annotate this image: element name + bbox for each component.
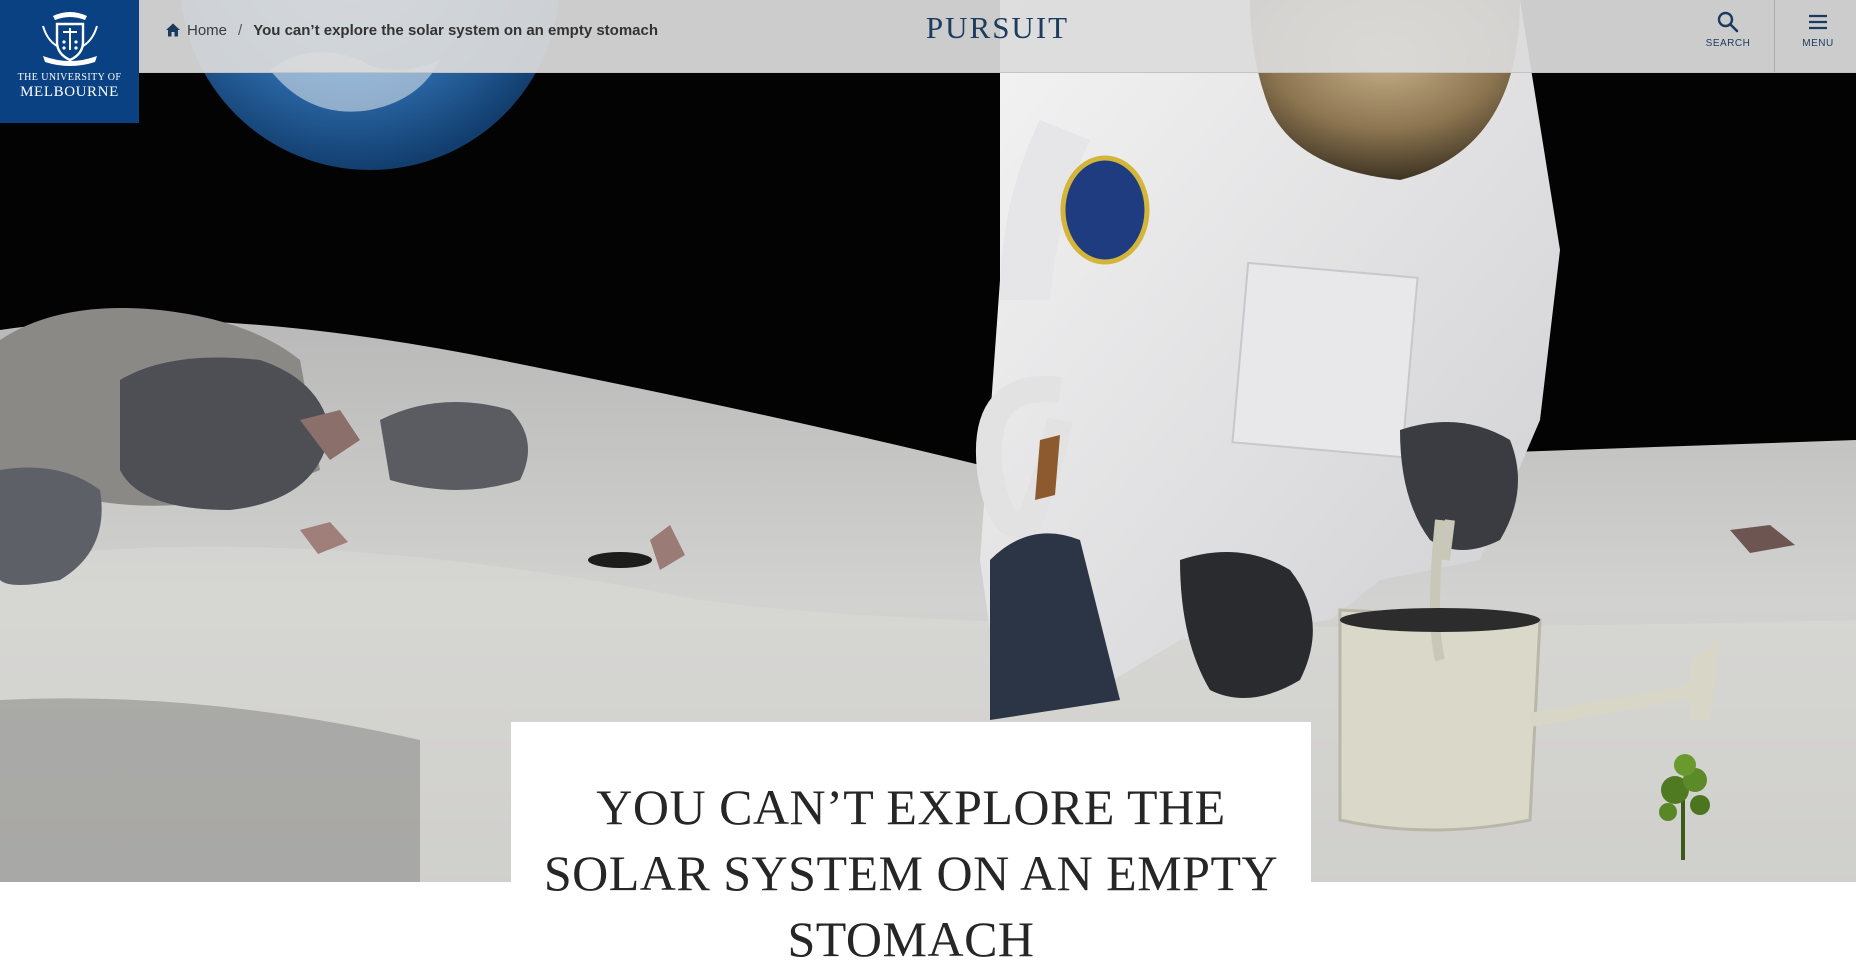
breadcrumb-current-page: You can’t explore the solar system on an… — [253, 21, 659, 39]
menu-label: MENU — [1802, 38, 1834, 49]
article-title-line: STOMACH — [787, 911, 1035, 967]
article-title-card: YOU CAN’T EXPLORE THE SOLAR SYSTEM ON AN… — [511, 722, 1311, 967]
university-logo[interactable]: THE UNIVERSITY OF MELBOURNE — [0, 0, 139, 123]
logo-text-line1: THE UNIVERSITY OF — [17, 72, 122, 83]
top-navigation-bar: Home / You can’t explore the solar syste… — [139, 0, 1856, 73]
menu-button[interactable]: MENU — [1774, 0, 1856, 72]
breadcrumb: Home / You can’t explore the solar syste… — [165, 20, 658, 40]
search-button[interactable]: SEARCH — [1685, 0, 1771, 72]
breadcrumb-separator: / — [238, 21, 243, 39]
logo-text-line2: MELBOURNE — [20, 84, 119, 100]
breadcrumb-home-link[interactable]: Home — [187, 22, 227, 39]
article-title-line: SOLAR SYSTEM ON AN EMPTY — [543, 845, 1279, 901]
home-icon — [166, 23, 180, 37]
search-icon — [1717, 11, 1739, 33]
university-crest-icon — [41, 12, 98, 66]
article-title: YOU CAN’T EXPLORE THE SOLAR SYSTEM ON AN… — [511, 722, 1311, 972]
search-label: SEARCH — [1705, 38, 1751, 49]
hamburger-menu-icon — [1809, 14, 1827, 30]
article-title-line: YOU CAN’T EXPLORE THE — [596, 779, 1226, 835]
